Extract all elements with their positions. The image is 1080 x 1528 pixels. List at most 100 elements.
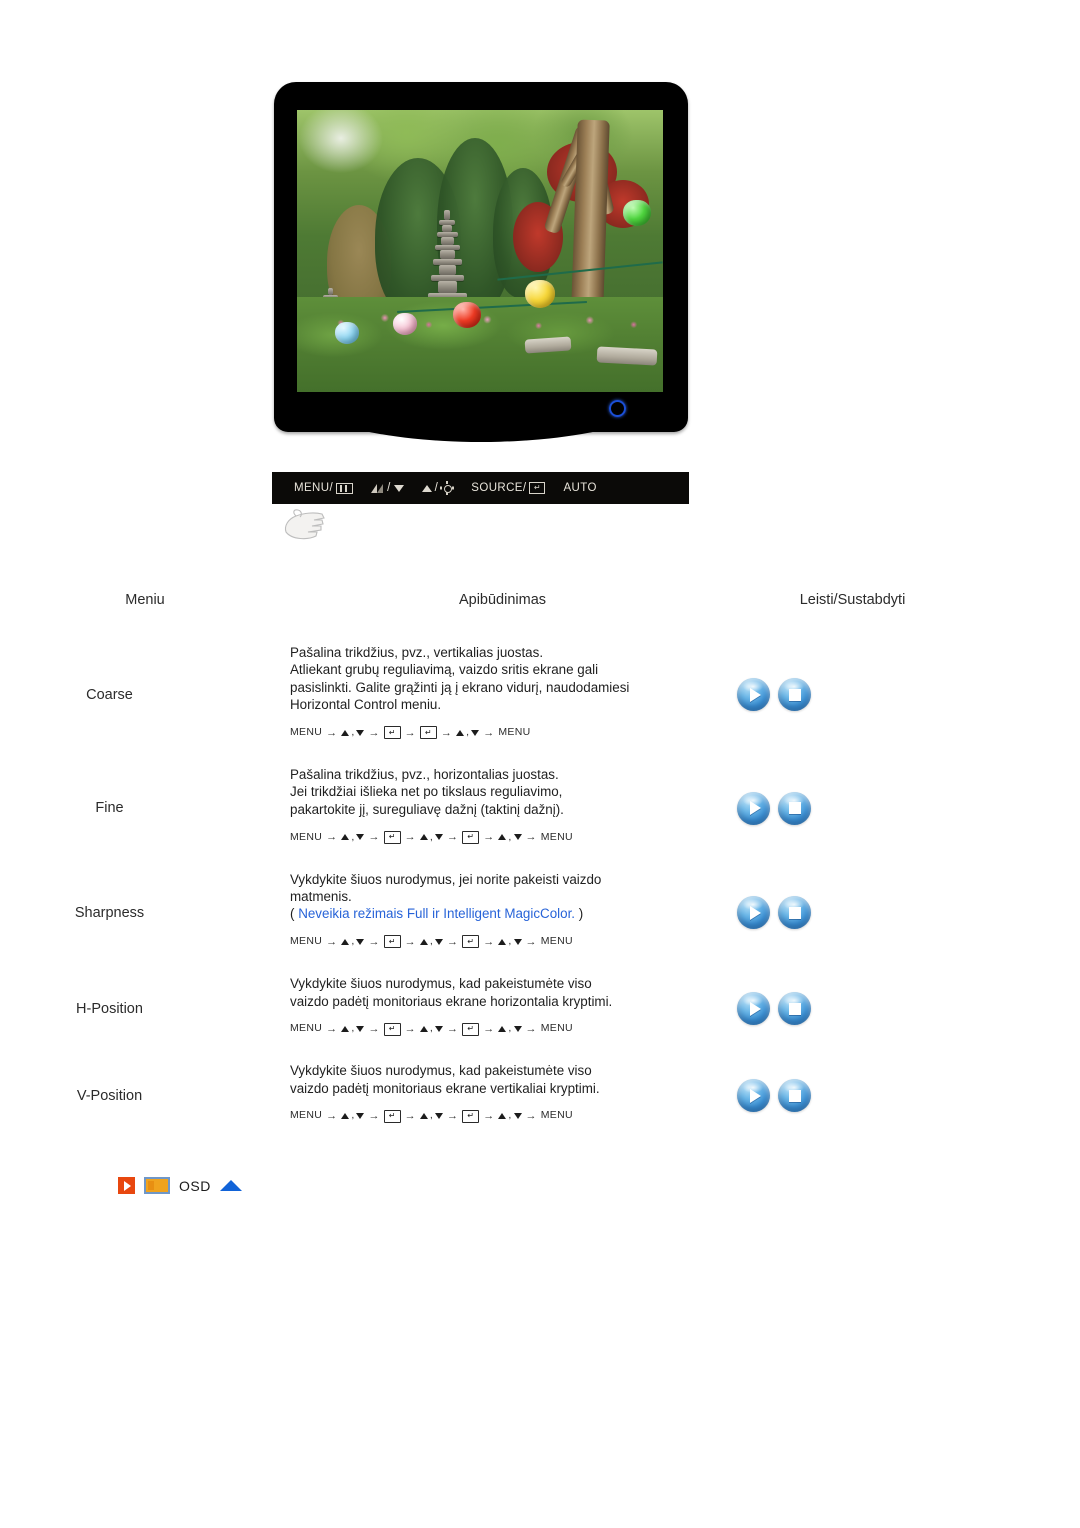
enter-key-icon: ↵ [383, 830, 401, 844]
play-button[interactable] [737, 678, 770, 712]
monitor-screen [297, 110, 663, 392]
up-down-arrows-icon: , [341, 1109, 365, 1123]
sequence-comma: , [508, 1109, 512, 1122]
up-arrow-icon [421, 484, 432, 492]
arrow-icon: → [404, 1022, 416, 1035]
description-cell: Vykdykite šiuos nurodymus, kad pakeistum… [290, 965, 715, 1052]
sequence-menu-label: MENU [290, 935, 323, 948]
down-arrow-icon [356, 1026, 365, 1033]
up-down-arrows-icon: , [419, 935, 443, 949]
enter-key-icon: ↵ [383, 1109, 401, 1123]
play-icon [750, 687, 761, 702]
up-arrow-icon [341, 729, 350, 736]
stop-button[interactable] [778, 791, 811, 825]
brightness-up-button[interactable]: / [421, 481, 454, 494]
auto-button[interactable]: AUTO [563, 482, 596, 494]
menu-button-label: MENU/ [294, 482, 334, 494]
scroll-up-button[interactable] [219, 1180, 242, 1191]
arrow-icon: → [326, 935, 338, 948]
up-down-arrows-icon: , [498, 935, 522, 949]
play-icon [750, 905, 761, 920]
play-button[interactable] [737, 1079, 770, 1113]
down-arrow-icon [356, 938, 365, 945]
arrow-icon: → [368, 831, 380, 844]
stop-button[interactable] [778, 896, 811, 930]
contrast-down-button[interactable]: / [371, 482, 404, 494]
note-text: Neveikia režimais Full ir Intelligent Ma… [298, 906, 576, 922]
source-button-label: SOURCE/ [471, 482, 527, 494]
up-down-arrows-icon: , [341, 1022, 365, 1036]
up-arrow-icon [498, 1113, 507, 1120]
description-line: Vykdykite šiuos nurodymus, jei norite pa… [290, 871, 602, 887]
enter-key-icon: ↵ [462, 1022, 480, 1036]
up-down-arrows-icon: , [419, 831, 443, 845]
up-arrow-icon [341, 834, 350, 841]
arrow-icon: → [483, 831, 495, 844]
arrow-icon: → [404, 935, 416, 948]
play-button[interactable] [737, 791, 770, 825]
play-stop-controls [737, 992, 1079, 1026]
lantern-red [453, 302, 481, 328]
arrow-icon: → [483, 1110, 495, 1123]
sequence-comma: , [351, 935, 355, 948]
down-arrow-icon [356, 729, 365, 736]
play-button[interactable] [737, 992, 770, 1026]
menu-button[interactable]: MENU/ [294, 482, 354, 494]
arrow-icon: → [525, 831, 537, 844]
garden-photo [297, 110, 663, 392]
description-cell: Pašalina trikdžius, pvz., vertikalias ju… [290, 634, 715, 756]
sequence-comma: , [466, 726, 470, 739]
description-cell: Vykdykite šiuos nurodymus, kad pakeistum… [290, 1052, 715, 1139]
down-arrow-icon [434, 938, 443, 945]
play-icon [750, 801, 761, 816]
arrow-icon: → [483, 726, 495, 739]
stop-icon [788, 802, 801, 815]
arrow-icon: → [483, 935, 495, 948]
stop-button[interactable] [778, 992, 811, 1026]
previous-page-button[interactable] [118, 1177, 135, 1194]
stop-button[interactable] [778, 1079, 811, 1113]
up-arrow-icon [341, 1026, 350, 1033]
slash-separator: / [434, 482, 439, 494]
enter-key-icon: ↵ [529, 482, 546, 494]
play-stop-cell [715, 1052, 1080, 1139]
lantern-pink [393, 313, 417, 335]
enter-key-icon: ↵ [383, 935, 401, 949]
up-down-arrows-icon: , [419, 1109, 443, 1123]
brightness-icon [441, 481, 453, 494]
up-arrow-icon [456, 729, 465, 736]
arrow-icon: → [404, 831, 416, 844]
column-header-description: Apibūdinimas [458, 592, 547, 608]
enter-key-icon: ↵ [383, 726, 401, 740]
sequence-menu-label: MENU [290, 830, 323, 843]
play-button[interactable] [737, 896, 770, 930]
down-arrow-icon [356, 1113, 365, 1120]
stop-button[interactable] [778, 678, 811, 712]
monitor-control-bar: MENU/ / / SOURCE/ ↵ AUTO [272, 472, 689, 504]
menu-name-cell: Fine [95, 800, 124, 817]
sequence-menu-label: MENU [540, 830, 573, 843]
down-arrow-icon [471, 729, 480, 736]
table-row: H-Position Vykdykite šiuos nurodymus, kad… [0, 965, 1080, 1052]
enter-key-icon: ↵ [462, 935, 480, 949]
description-line: pasislinkti. Galite grąžinti ją į ekrano… [290, 679, 630, 695]
up-arrow-icon [341, 938, 350, 945]
menu-name-cell: H-Position [76, 1000, 143, 1017]
description-line: Jei trikdžiai išlieka net po tikslaus re… [290, 784, 563, 800]
arrow-icon: → [446, 935, 459, 948]
up-arrow-icon [498, 834, 507, 841]
source-button[interactable]: SOURCE/ ↵ [471, 482, 546, 494]
hand-pointer-icon [278, 506, 334, 544]
up-down-arrows-icon: , [419, 1022, 443, 1036]
sequence-comma: , [508, 1022, 512, 1035]
up-down-arrows-icon: , [456, 726, 480, 740]
up-arrow-icon [498, 1026, 507, 1033]
stop-icon [788, 688, 801, 701]
description-line: Pašalina trikdžius, pvz., vertikalias ju… [290, 645, 544, 660]
enter-key-icon: ↵ [462, 830, 480, 844]
sequence-comma: , [351, 830, 355, 843]
down-arrow-icon [513, 938, 522, 945]
description-line: Horizontal Control meniu. [290, 697, 442, 713]
arrow-icon: → [525, 935, 537, 948]
power-indicator[interactable] [609, 400, 626, 417]
